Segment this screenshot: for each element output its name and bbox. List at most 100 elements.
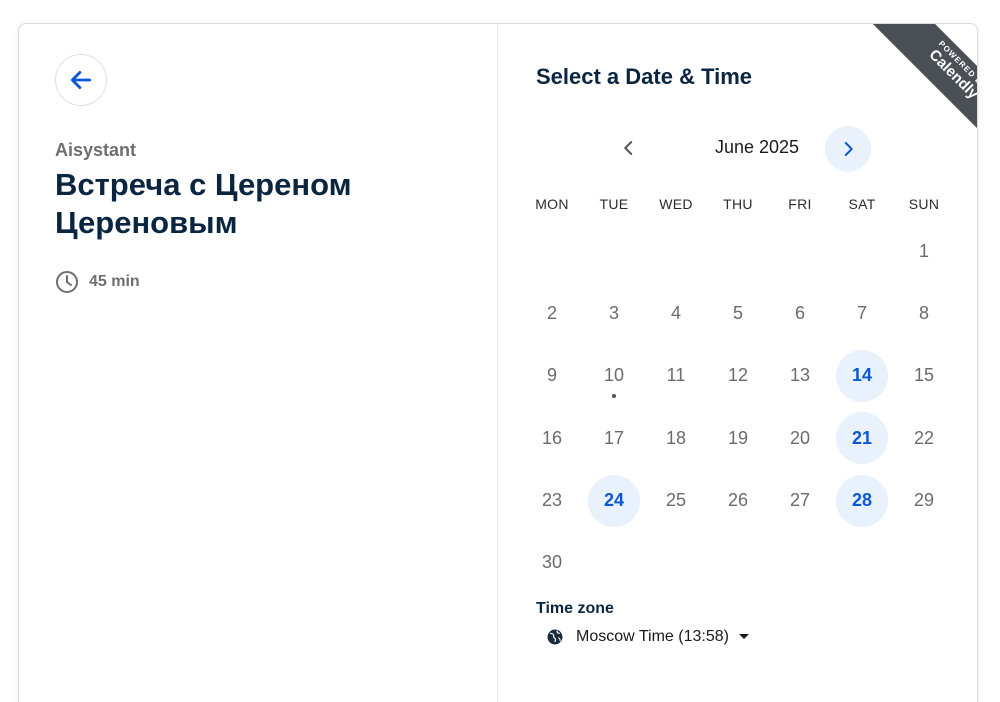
weekday-label: SAT [848,196,876,212]
day-number: 25 [665,490,687,511]
calendar-day: 1 [893,220,955,282]
calendar-day: 13 [769,345,831,407]
day-number: 7 [856,302,867,323]
day-number: 26 [727,490,749,511]
calendar-empty-cell [645,220,707,282]
day-number: 16 [541,427,563,448]
calendar-day: 7 [831,282,893,344]
day-number: 18 [665,427,687,448]
day-number: 4 [670,302,681,323]
back-button[interactable] [55,54,107,106]
calendar-empty-cell [893,532,955,594]
today-dot [612,393,616,398]
calendar-day: 2 [521,282,583,344]
timezone-value: Moscow Time (13:58) [576,628,729,645]
timezone-select[interactable]: Moscow Time (13:58) [546,628,750,646]
calendar-day: 16 [521,407,583,469]
calendar-day: 8 [893,282,955,344]
calendly-logo: Calendly [925,46,978,103]
day-number: 22 [913,427,935,448]
calendar-day: 6 [769,282,831,344]
calendar-day: 12 [707,345,769,407]
calendar-day: 20 [769,407,831,469]
calendar-week: 23 24 25 26 27 28 29 [521,470,955,532]
day-number: 13 [789,365,811,386]
day-number: 29 [913,490,935,511]
day-number: 14 [836,349,888,402]
duration-label: 45 min [89,273,140,290]
calendar-week: 2 3 4 5 6 7 8 [521,282,955,344]
booking-card: Aisystant Встреча с Цереном Цереновым 45… [18,23,978,702]
calendar-day: 4 [645,282,707,344]
calendar-week: 16 17 18 19 20 21 22 [521,407,955,469]
day-number: 2 [546,302,557,323]
calendar-empty-cell [831,220,893,282]
powered-by-ribbon[interactable]: POWERED BY Calendly [851,24,978,148]
event-title: Встреча с Цереном Цереновым [55,167,352,240]
caret-down-icon [739,634,750,640]
calendar-empty-cell [831,532,893,594]
calendar-day: 3 [583,282,645,344]
day-number: 5 [732,302,743,323]
calendar-week: 1 [521,220,955,282]
calendar-day: 10 [583,345,645,407]
event-duration: 45 min [55,270,140,294]
calendar-day: 5 [707,282,769,344]
calendar-day: 30 [521,532,583,594]
calendar-week: 30 [521,532,955,594]
calendar-day-available[interactable]: 24 [583,470,645,532]
calendar-empty-cell [583,220,645,282]
day-number: 17 [603,427,625,448]
weekday-label: WED [659,196,693,212]
day-number: 30 [541,552,563,573]
weekday-label: TUE [599,196,629,212]
calendar-empty-cell [583,532,645,594]
weekday-label: FRI [788,196,812,212]
day-number: 6 [794,302,805,323]
calendar-empty-cell [769,532,831,594]
calendar-day: 18 [645,407,707,469]
day-number: 19 [727,427,749,448]
timezone-label: Time zone [536,600,614,617]
calendar-empty-cell [645,532,707,594]
calendar-day: 27 [769,470,831,532]
day-number: 15 [913,365,935,386]
calendar-day: 11 [645,345,707,407]
calendar-day-available[interactable]: 14 [831,345,893,407]
month-label: June 2025 [714,137,800,157]
day-number: 12 [727,365,749,386]
calendar-day: 25 [645,470,707,532]
page-title: Select a Date & Time [536,64,753,89]
calendar-grid: 1 2 3 4 5 6 7 8 9 10 11 12 13 14 15 16 17 18 19 20 21 22 23 24 2… [521,220,955,594]
day-number: 27 [789,490,811,511]
calendar-day: 23 [521,470,583,532]
day-number: 1 [918,240,929,261]
chevron-left-icon [624,141,633,155]
event-details-pane: Aisystant Встреча с Цереном Цереновым 45… [19,24,498,702]
calendar-week: 9 10 11 12 13 14 15 [521,345,955,407]
day-number: 24 [588,474,640,527]
day-number: 20 [789,427,811,448]
day-number: 9 [546,365,557,386]
weekday-header: MON TUE WED THU FRI SAT SUN [521,196,955,212]
calendar-day-available[interactable]: 28 [831,470,893,532]
weekday-label: SUN [908,196,940,212]
day-number: 21 [836,412,888,465]
calendar-empty-cell [521,220,583,282]
weekday-label: MON [535,196,569,212]
calendar-day: 29 [893,470,955,532]
calendar-day: 19 [707,407,769,469]
day-number: 11 [666,365,686,386]
weekday-label: THU [723,196,753,212]
previous-month-button[interactable] [609,128,649,168]
calendar-day-available[interactable]: 21 [831,407,893,469]
organizer-name: Aisystant [55,140,137,160]
calendar-day: 26 [707,470,769,532]
day-number: 28 [836,474,888,527]
globe-icon [547,629,563,645]
calendar-empty-cell [707,532,769,594]
calendar-day: 15 [893,345,955,407]
arrow-left-icon [70,71,92,89]
day-number: 8 [918,302,929,323]
calendar-empty-cell [707,220,769,282]
